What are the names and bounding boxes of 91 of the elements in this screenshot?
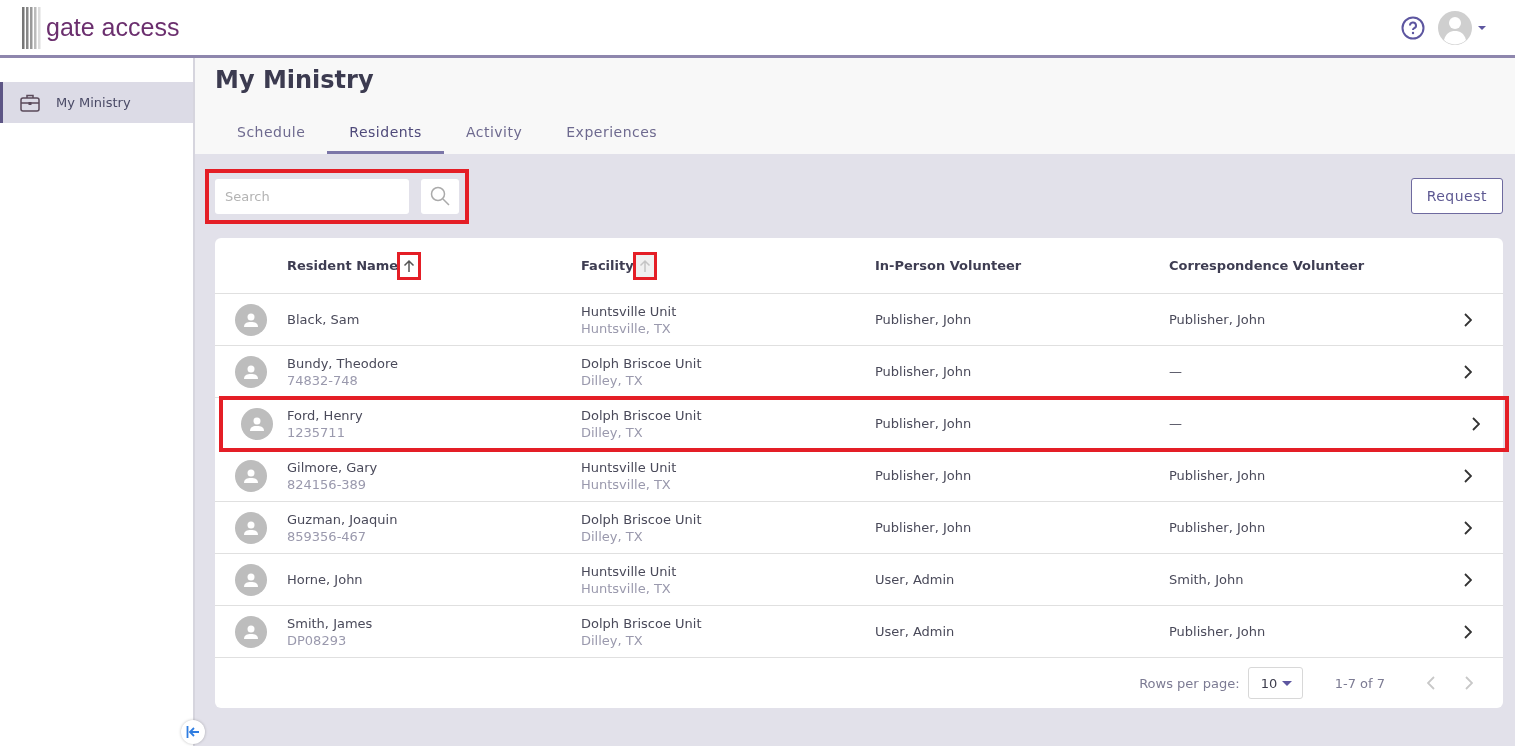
resident-id: 824156-389 bbox=[287, 476, 368, 492]
facility-name: Dolph Briscoe Unit bbox=[581, 615, 703, 631]
page-title: My Ministry bbox=[215, 66, 375, 94]
logo-icon bbox=[22, 6, 42, 49]
resident-id: 859356-467 bbox=[287, 528, 368, 544]
facility-location: Dilley, TX bbox=[581, 632, 644, 648]
resident-name: Smith, James bbox=[287, 615, 374, 631]
resident-name: Ford, Henry bbox=[287, 407, 364, 423]
table-cell-text: Publisher, John bbox=[875, 312, 973, 327]
table-row[interactable]: Ford, Henry 1235711 Dolph Briscoe Unit Dilley, TX Publisher, John — bbox=[221, 398, 1507, 450]
column-header: Correspondence Volunteer bbox=[1169, 258, 1365, 273]
table-row[interactable]: Horne, John Huntsville Unit Huntsville, TX User, Admin Smith, John bbox=[215, 554, 1503, 606]
facility-name: Dolph Briscoe Unit bbox=[581, 407, 703, 423]
chevron-right-icon bbox=[1464, 676, 1473, 690]
table-cell-text: User, Admin bbox=[875, 572, 956, 587]
collapse-sidebar-button[interactable] bbox=[181, 720, 205, 744]
arrow-up-icon bbox=[638, 258, 651, 273]
chevron-left-icon bbox=[1427, 676, 1436, 690]
sidebar-item[interactable]: My Ministry bbox=[0, 82, 193, 123]
resident-name: Horne, John bbox=[287, 572, 364, 587]
table-cell-text: Publisher, John bbox=[875, 364, 973, 379]
help-icon[interactable] bbox=[1401, 15, 1425, 40]
avatar-icon bbox=[235, 303, 267, 336]
table-cell-text: — bbox=[1169, 416, 1183, 431]
column-header: Resident Name bbox=[287, 258, 399, 273]
chevron-right-icon bbox=[1463, 624, 1472, 639]
table-cell-text: Smith, John bbox=[1169, 572, 1245, 587]
table-cell-text: Publisher, John bbox=[1169, 624, 1267, 639]
column-header: Facility bbox=[581, 258, 634, 273]
table-cell-text: User, Admin bbox=[875, 624, 956, 639]
caret-icon bbox=[1281, 680, 1292, 686]
resident-id: DP08293 bbox=[287, 632, 348, 648]
briefcase-icon bbox=[20, 93, 40, 112]
resident-id: 1235711 bbox=[287, 424, 346, 440]
table-cell-text: Publisher, John bbox=[875, 416, 973, 431]
table-row[interactable]: Guzman, Joaquin 859356-467 Dolph Briscoe Unit Dilley, TX Publisher, John Publisher, John bbox=[215, 502, 1503, 554]
sort-button[interactable] bbox=[635, 254, 654, 277]
logo-text: gate access bbox=[46, 13, 180, 42]
resident-name: Guzman, Joaquin bbox=[287, 511, 399, 527]
avatar-icon bbox=[235, 511, 267, 544]
facility-name: Huntsville Unit bbox=[581, 303, 678, 319]
resident-name: Bundy, Theodore bbox=[287, 355, 399, 371]
resident-id: 74832-748 bbox=[287, 372, 359, 388]
table-cell-text: Publisher, John bbox=[875, 468, 973, 483]
chevron-right-icon bbox=[1463, 364, 1472, 379]
rows-per-page-label: Rows per page: bbox=[1139, 675, 1240, 691]
avatar-icon bbox=[235, 355, 267, 388]
sort-button[interactable] bbox=[400, 254, 419, 277]
facility-name: Dolph Briscoe Unit bbox=[581, 355, 703, 371]
request-button[interactable]: Request bbox=[1410, 178, 1503, 214]
chevron-right-icon bbox=[1463, 312, 1472, 327]
resident-name: Gilmore, Gary bbox=[287, 459, 379, 475]
tab[interactable]: Residents bbox=[327, 114, 444, 154]
facility-location: Huntsville, TX bbox=[581, 476, 672, 492]
rows-per-page-select[interactable]: 10 bbox=[1247, 667, 1303, 699]
table-cell-text: Publisher, John bbox=[875, 520, 973, 535]
sidebar-label: My Ministry bbox=[56, 95, 131, 110]
avatar-icon bbox=[235, 563, 267, 596]
facility-location: Huntsville, TX bbox=[581, 320, 672, 336]
facility-name: Huntsville Unit bbox=[581, 563, 678, 579]
tab[interactable]: Experiences bbox=[544, 114, 680, 154]
avatar-icon bbox=[235, 459, 267, 492]
search-icon bbox=[430, 186, 450, 206]
chevron-right-icon bbox=[1463, 468, 1472, 483]
facility-name: Huntsville Unit bbox=[581, 459, 678, 475]
pagination-range: 1-7 of 7 bbox=[1334, 675, 1385, 691]
facility-location: Huntsville, TX bbox=[581, 580, 672, 596]
chevron-right-icon bbox=[1463, 572, 1472, 587]
table-cell-text: — bbox=[1169, 364, 1183, 379]
chevron-right-icon bbox=[1463, 520, 1472, 535]
collapse-icon bbox=[186, 726, 200, 738]
avatar-icon bbox=[241, 407, 273, 440]
table-cell-text: Publisher, John bbox=[1169, 312, 1267, 327]
facility-name: Dolph Briscoe Unit bbox=[581, 511, 703, 527]
tab[interactable]: Activity bbox=[443, 114, 545, 154]
avatar-icon bbox=[235, 615, 267, 648]
arrow-up-icon bbox=[403, 258, 416, 273]
table-row[interactable]: Smith, James DP08293 Dolph Briscoe Unit Dilley, TX User, Admin Publisher, John bbox=[215, 606, 1503, 658]
search-field[interactable]: Search bbox=[215, 178, 409, 214]
column-header: In-Person Volunteer bbox=[875, 258, 1022, 273]
table-cell-text: Publisher, John bbox=[1169, 520, 1267, 535]
chevron-right-icon bbox=[1471, 416, 1480, 431]
tab[interactable]: Schedule bbox=[215, 114, 328, 154]
facility-location: Dilley, TX bbox=[581, 372, 644, 388]
table-row[interactable]: Black, Sam Huntsville Unit Huntsville, TX Publisher, John Publisher, John bbox=[215, 294, 1503, 346]
facility-location: Dilley, TX bbox=[581, 528, 644, 544]
table-row[interactable]: Bundy, Theodore 74832-748 Dolph Briscoe Unit Dilley, TX Publisher, John — bbox=[215, 346, 1503, 398]
facility-location: Dilley, TX bbox=[581, 424, 644, 440]
table-cell-text: Publisher, John bbox=[1169, 468, 1267, 483]
resident-name: Black, Sam bbox=[287, 312, 361, 327]
table-row[interactable]: Gilmore, Gary 824156-389 Huntsville Unit Huntsville, TX Publisher, John Publisher, John bbox=[215, 450, 1503, 502]
